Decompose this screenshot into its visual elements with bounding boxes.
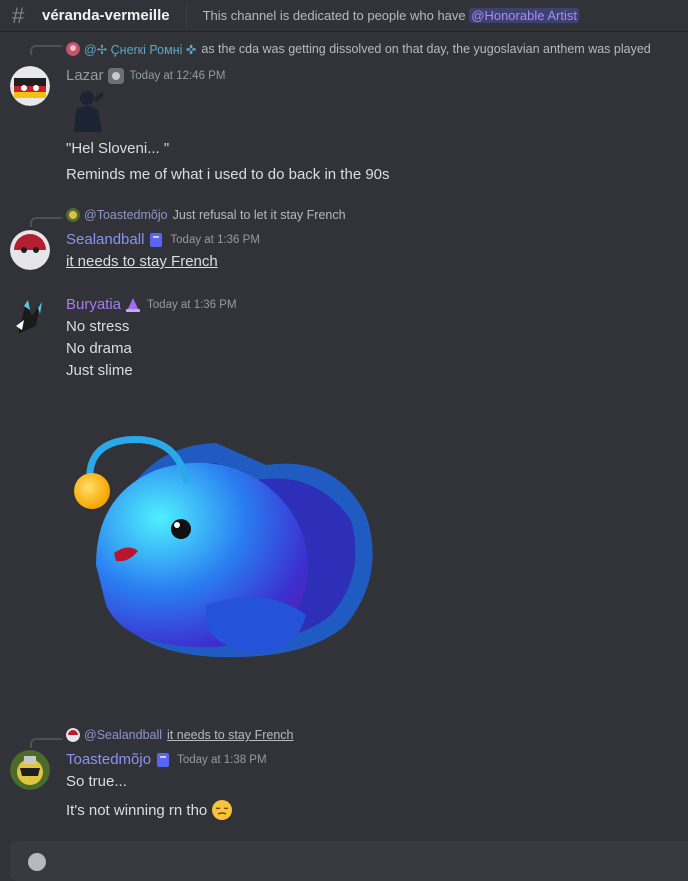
reply-avatar	[66, 208, 80, 222]
reply-text: it needs to stay French	[167, 728, 294, 742]
username[interactable]: Buryatia	[66, 296, 121, 313]
timestamp: Today at 12:46 PM	[129, 69, 226, 82]
reply-preview[interactable]: @Sealandball it needs to stay French	[66, 728, 293, 742]
channel-name[interactable]: véranda-vermeille	[42, 7, 170, 24]
add-attachment-icon[interactable]	[28, 853, 46, 871]
anglerfish-slime-sticker[interactable]	[66, 425, 382, 665]
reply-spine	[30, 45, 62, 55]
channel-topic[interactable]: This channel is dedicated to people who …	[203, 8, 579, 23]
reply-avatar	[66, 42, 80, 56]
book-badge-icon	[150, 232, 163, 247]
reply-text: Just refusal to let it stay French	[172, 208, 346, 222]
pensive-face-emoji	[212, 800, 233, 820]
header-divider	[185, 3, 187, 28]
reply-author[interactable]: @Toastedmõjo	[84, 208, 168, 222]
book-badge-icon	[157, 752, 170, 767]
message-composer[interactable]	[10, 841, 688, 881]
message-header: Toastedmõjo Today at 1:38 PM	[66, 751, 267, 768]
message-line: "Hel Sloveni... "	[66, 140, 170, 157]
wizard-hat-badge-icon	[126, 297, 141, 312]
message-line: No stress	[66, 318, 130, 335]
avatar[interactable]	[10, 750, 50, 790]
reply-preview[interactable]: @✢ Ҫнеrкі Ромні ✜ as the cda was getting…	[66, 42, 651, 57]
timestamp: Today at 1:36 PM	[170, 233, 260, 246]
message-header: Lazar Today at 12:46 PM	[66, 67, 225, 84]
reply-text: as the cda was getting dissolved on that…	[201, 42, 651, 56]
message-line-with-emoji: It's not winning rn tho	[66, 799, 233, 821]
server-badge-icon	[107, 67, 124, 84]
saluting-silhouette-emoji	[74, 91, 104, 132]
hashtag-icon: #	[12, 2, 25, 28]
reply-author[interactable]: @✢ Ҫнеrкі Ромні ✜	[84, 42, 196, 57]
timestamp: Today at 1:36 PM	[147, 298, 237, 311]
message-line: Just slime	[66, 362, 133, 379]
message-line: No drama	[66, 340, 132, 357]
message-line: So true...	[66, 773, 127, 790]
topic-role-mention[interactable]: @Honorable Artist	[469, 8, 579, 23]
timestamp: Today at 1:38 PM	[177, 753, 267, 766]
avatar[interactable]	[10, 230, 50, 270]
topic-text: This channel is dedicated to people who …	[202, 8, 470, 23]
reply-author[interactable]: @Sealandball	[84, 728, 162, 742]
username[interactable]: Lazar	[66, 67, 104, 84]
avatar[interactable]	[10, 296, 50, 336]
reply-preview[interactable]: @Toastedmõjo Just refusal to let it stay…	[66, 208, 346, 222]
message-line: it needs to stay French	[66, 253, 218, 270]
reply-spine	[30, 738, 62, 748]
username[interactable]: Sealandball	[66, 231, 144, 248]
reply-spine	[30, 217, 62, 227]
message-text: It's not winning rn tho	[66, 801, 208, 819]
message-header: Sealandball Today at 1:36 PM	[66, 231, 260, 248]
channel-header: # véranda-vermeille This channel is dedi…	[0, 0, 688, 32]
message-header: Buryatia Today at 1:36 PM	[66, 296, 237, 313]
username[interactable]: Toastedmõjo	[66, 751, 151, 768]
avatar[interactable]	[10, 66, 50, 106]
message-line: Reminds me of what i used to do back in …	[66, 166, 390, 183]
reply-avatar	[66, 728, 80, 742]
